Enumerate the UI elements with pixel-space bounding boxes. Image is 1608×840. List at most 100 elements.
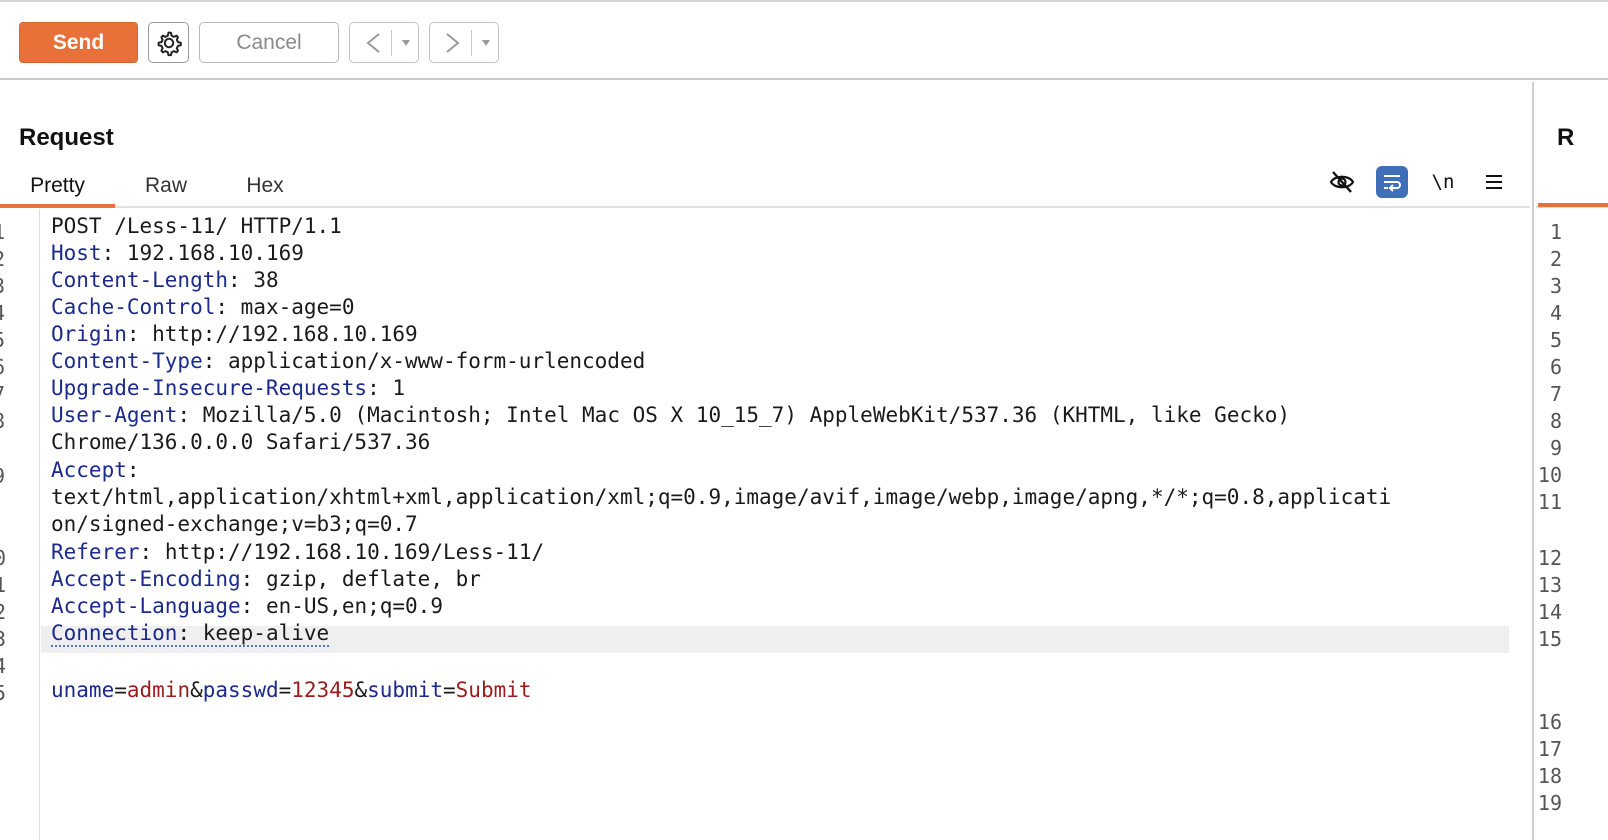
header-line: Content-Type: application/x-www-form-url… <box>51 349 646 373</box>
line-number: 3 <box>0 274 22 298</box>
separator <box>391 30 392 56</box>
header-line: Accept-Language: en-US,en;q=0.9 <box>51 594 443 618</box>
forward-button[interactable] <box>429 22 499 63</box>
line-number: 7 <box>0 382 22 406</box>
newline-button[interactable]: \n <box>1427 166 1459 198</box>
separator <box>471 30 472 56</box>
response-line-number: 18 <box>1537 764 1562 788</box>
header-name: Connection <box>51 621 178 645</box>
header-value: application/x-www-form-urlencoded <box>215 349 646 373</box>
header-value: http://192.168.10.169/Less-11/ <box>152 540 545 564</box>
dropdown-arrow-icon[interactable] <box>396 29 416 57</box>
header-line: Origin: http://192.168.10.169 <box>51 322 418 346</box>
toolbar: Send Cancel <box>0 2 1608 80</box>
header-line: Accept-Encoding: gzip, deflate, br <box>51 567 481 591</box>
param-key: passwd <box>202 678 279 702</box>
header-name: Origin <box>51 322 127 346</box>
dropdown-arrow-icon[interactable] <box>476 29 496 57</box>
line-number: 9 <box>0 464 22 488</box>
response-line-number: 10 <box>1537 463 1562 487</box>
tab-raw[interactable]: Raw <box>115 166 217 206</box>
response-line-number: 13 <box>1537 573 1562 597</box>
line-number: 1 <box>0 220 22 244</box>
header-value: 192.168.10.169 <box>114 241 304 265</box>
request-body: uname=admin&passwd=12345&submit=Submit <box>51 678 532 702</box>
header-line-current: Connection: keep-alive <box>51 621 330 647</box>
line-number: 13 <box>0 627 7 651</box>
line-number: 11 <box>0 573 7 597</box>
header-value: en-US,en;q=0.9 <box>253 594 443 618</box>
word-wrap-button[interactable] <box>1376 166 1408 198</box>
header-value-continuation: on/signed-exchange;v=b3;q=0.7 <box>51 512 418 536</box>
request-line: POST /Less-11/ HTTP/1.1 <box>51 214 342 238</box>
chevron-left-icon <box>356 29 390 57</box>
menu-icon <box>1486 175 1502 189</box>
header-line: Referer: http://192.168.10.169/Less-11/ <box>51 540 545 564</box>
response-line-number: 7 <box>1549 382 1562 406</box>
line-number: 10 <box>0 546 7 570</box>
send-button[interactable]: Send <box>19 22 138 63</box>
header-value: 1 <box>379 376 406 400</box>
header-name: Cache-Control <box>51 295 216 319</box>
response-panel-title: R <box>1557 124 1575 151</box>
header-name: Accept <box>51 458 127 482</box>
cancel-button[interactable]: Cancel <box>199 22 339 63</box>
response-line-number: 1 <box>1549 220 1562 244</box>
param-value: Submit <box>455 678 532 702</box>
response-line-number: 16 <box>1537 710 1562 734</box>
settings-button[interactable] <box>148 22 189 63</box>
header-value: keep-alive <box>190 621 330 645</box>
header-name: User-Agent <box>51 403 178 427</box>
header-value: Mozilla/5.0 (Macintosh; Intel Mac OS X 1… <box>190 403 1291 427</box>
header-name: Content-Length <box>51 268 229 292</box>
line-number: 12 <box>0 600 7 624</box>
header-name: Referer <box>51 540 140 564</box>
response-line-number: 3 <box>1549 274 1562 298</box>
line-number: 15 <box>0 681 7 705</box>
header-line: Host: 192.168.10.169 <box>51 241 304 265</box>
line-number: 2 <box>0 247 22 271</box>
response-line-number: 9 <box>1549 436 1562 460</box>
tab-hex[interactable]: Hex <box>217 166 313 206</box>
response-line-number: 8 <box>1549 409 1562 433</box>
chevron-right-icon <box>436 29 470 57</box>
header-value-continuation: Chrome/136.0.0.0 Safari/537.36 <box>51 430 431 454</box>
header-name: Upgrade-Insecure-Requests <box>51 376 368 400</box>
header-name: Content-Type <box>51 349 203 373</box>
hide-eye-button[interactable] <box>1326 166 1358 198</box>
header-line: User-Agent: Mozilla/5.0 (Macintosh; Inte… <box>51 403 1291 427</box>
header-name: Host <box>51 241 102 265</box>
response-line-number: 6 <box>1549 355 1562 379</box>
line-number: 5 <box>0 328 22 352</box>
gear-icon <box>157 31 182 56</box>
response-line-number: 19 <box>1537 791 1562 815</box>
header-name: Accept-Language <box>51 594 241 618</box>
header-value: gzip, deflate, br <box>253 567 481 591</box>
line-number: 4 <box>0 301 22 325</box>
active-tab-indicator <box>0 204 115 208</box>
param-value: 12345 <box>291 678 355 702</box>
header-line: Accept: <box>51 458 140 482</box>
response-line-number: 14 <box>1537 600 1562 624</box>
word-wrap-icon <box>1384 175 1401 192</box>
response-line-number: 15 <box>1537 627 1562 651</box>
response-line-number: 17 <box>1537 737 1562 761</box>
response-line-number: 12 <box>1537 546 1562 570</box>
header-value-continuation: text/html,application/xhtml+xml,applicat… <box>51 485 1392 509</box>
header-line: Cache-Control: max-age=0 <box>51 295 355 319</box>
hide-eye-icon <box>1329 171 1355 193</box>
back-button[interactable] <box>349 22 419 63</box>
response-line-number: 5 <box>1549 328 1562 352</box>
header-value: 38 <box>240 268 279 292</box>
line-number: 8 <box>0 409 22 433</box>
menu-button[interactable] <box>1478 166 1510 198</box>
param-value: admin <box>126 678 191 702</box>
header-name: Accept-Encoding <box>51 567 241 591</box>
tab-pretty[interactable]: Pretty <box>0 166 115 206</box>
response-line-number: 11 <box>1537 490 1562 514</box>
line-number: 6 <box>0 355 22 379</box>
header-line: Content-Length: 38 <box>51 268 279 292</box>
header-value: http://192.168.10.169 <box>139 322 418 346</box>
request-editor[interactable]: 1 POST /Less-11/ HTTP/1.1 2 Host: 192.16… <box>0 209 1530 840</box>
header-line: Upgrade-Insecure-Requests: 1 <box>51 376 406 400</box>
